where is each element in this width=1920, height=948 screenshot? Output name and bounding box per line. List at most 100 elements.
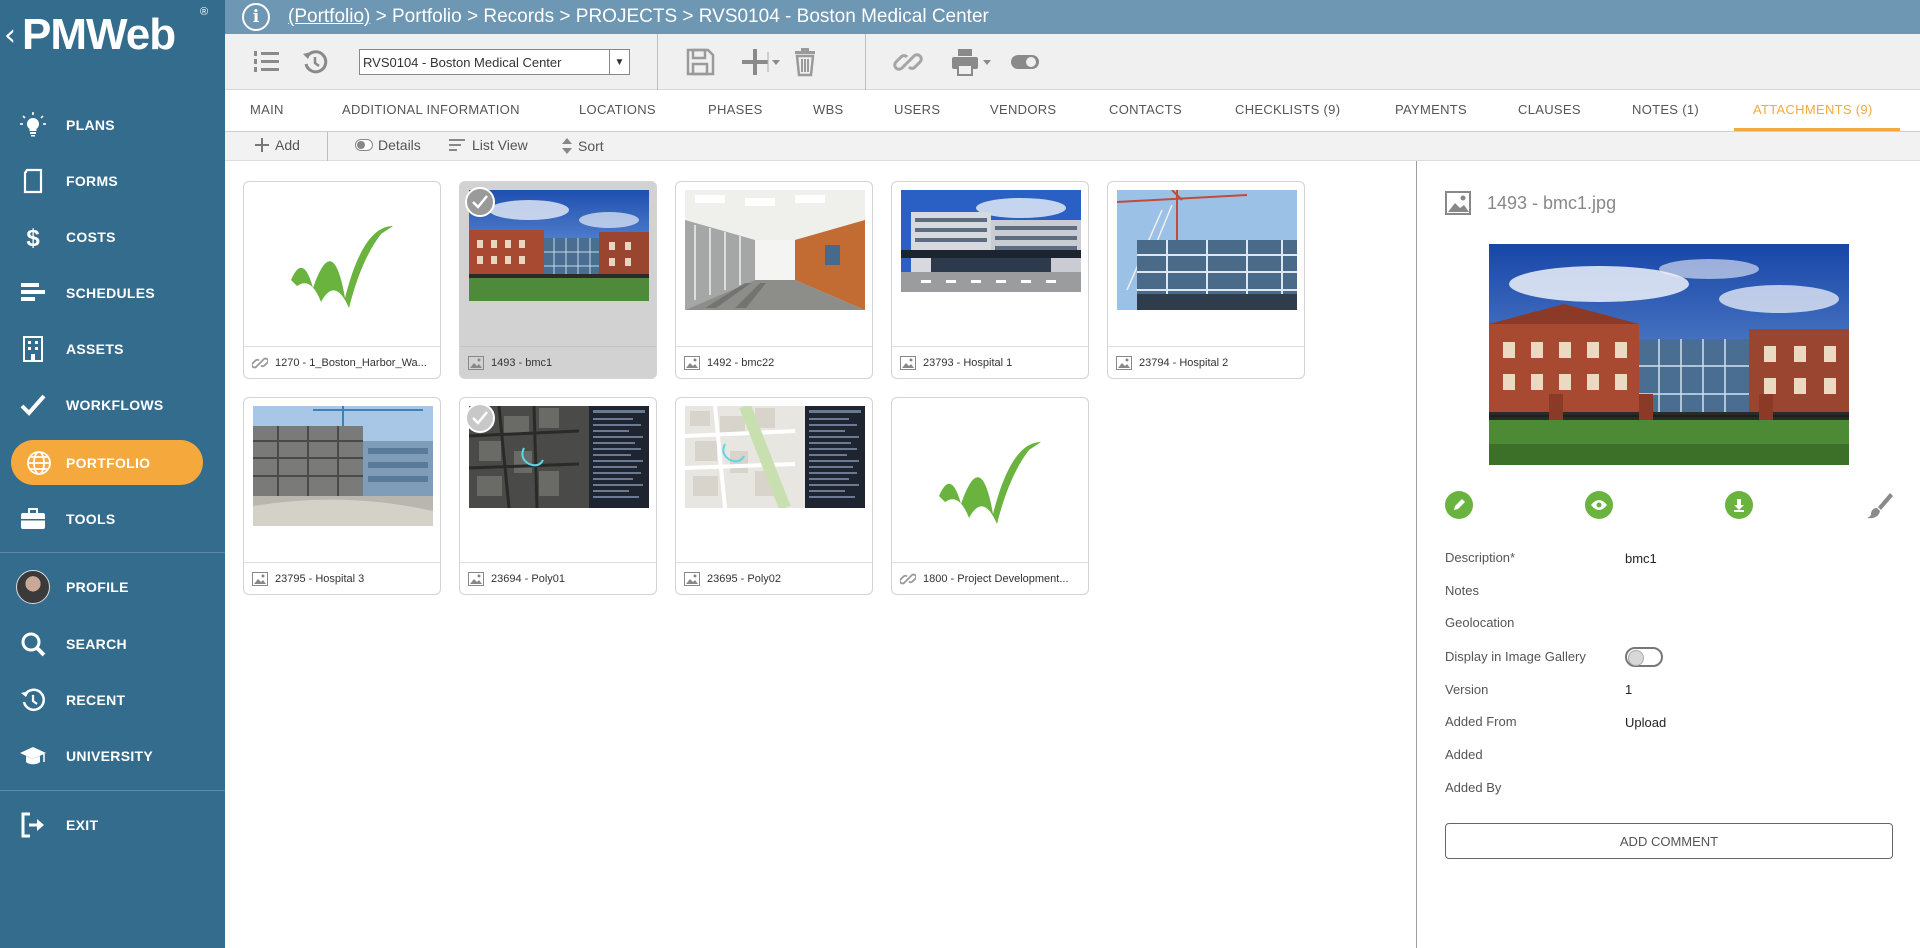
attachment-card[interactable]: 23795 - Hospital 3 — [243, 397, 441, 595]
history-icon[interactable] — [297, 44, 333, 80]
add-dropdown-chevron-icon[interactable] — [767, 44, 783, 80]
add-button[interactable]: Add — [254, 137, 300, 153]
image-icon — [468, 355, 484, 370]
building-icon — [0, 335, 66, 363]
history-icon — [0, 686, 66, 714]
pmweb-logo-thumbnail — [939, 442, 1041, 524]
print-icon[interactable] — [947, 44, 983, 80]
tab-notes[interactable]: NOTES (1) — [1632, 102, 1699, 117]
toolbar-separator — [657, 34, 658, 90]
view-eye-icon[interactable] — [1585, 491, 1613, 519]
selected-check-icon[interactable] — [465, 187, 495, 217]
attachment-card[interactable]: 23694 - Poly01 — [459, 397, 657, 595]
sidebar-item-plans[interactable]: PLANS — [0, 102, 225, 148]
details-label: Details — [378, 137, 421, 153]
tab-users[interactable]: USERS — [894, 102, 940, 117]
attachment-caption: 1493 - bmc1 — [460, 346, 656, 378]
image-icon — [684, 571, 700, 586]
list-view-button[interactable]: List View — [449, 137, 528, 153]
sidebar-item-schedules[interactable]: SCHEDULES — [0, 270, 225, 316]
attachment-card[interactable]: 1270 - 1_Boston_Harbor_Wa... — [243, 181, 441, 379]
sidebar-item-costs[interactable]: $ COSTS — [0, 214, 225, 260]
attachment-card-selected[interactable]: 1493 - bmc1 — [459, 181, 657, 379]
sidebar-item-forms[interactable]: FORMS — [0, 158, 225, 204]
chevron-down-icon[interactable]: ▼ — [609, 50, 629, 74]
breadcrumb-portfolio-link[interactable]: (Portfolio) — [288, 6, 370, 27]
details-toggle-button[interactable]: Details — [355, 137, 421, 153]
attachment-name: 1800 - Project Development... — [923, 572, 1069, 585]
sidebar-item-recent[interactable]: RECENT — [0, 677, 225, 723]
record-selector[interactable]: RVS0104 - Boston Medical Center ▼ — [359, 49, 630, 75]
tab-bar: MAIN ADDITIONAL INFORMATION LOCATIONS PH… — [225, 90, 1920, 132]
edit-icon[interactable] — [1445, 491, 1473, 519]
sidebar-item-label: PORTFOLIO — [66, 454, 151, 471]
toggle-icon[interactable] — [1007, 44, 1043, 80]
graduation-cap-icon — [0, 742, 66, 770]
attachment-card[interactable]: 1492 - bmc22 — [675, 181, 873, 379]
hospital-facade-thumbnail — [901, 190, 1081, 292]
sidebar-item-label: RECENT — [66, 692, 126, 708]
add-label: Add — [275, 137, 300, 153]
registered-mark: ® — [200, 6, 209, 18]
link-icon[interactable] — [890, 44, 926, 80]
sidebar-item-assets[interactable]: ASSETS — [0, 326, 225, 372]
tab-additional-information[interactable]: ADDITIONAL INFORMATION — [342, 102, 520, 117]
field-label-added-by: Added By — [1445, 780, 1502, 795]
attachment-name: 1270 - 1_Boston_Harbor_Wa... — [275, 356, 427, 369]
field-value-description[interactable]: bmc1 — [1625, 551, 1657, 566]
detail-file-name: 1493 - bmc1.jpg — [1487, 192, 1617, 213]
tab-locations[interactable]: LOCATIONS — [579, 102, 656, 117]
add-comment-button[interactable]: ADD COMMENT — [1445, 823, 1893, 859]
tab-contacts[interactable]: CONTACTS — [1109, 102, 1182, 117]
download-icon[interactable] — [1725, 491, 1753, 519]
street-map-thumbnail — [685, 406, 865, 508]
attachment-detail-panel: 1493 - bmc1.jpg Description* bmc1 Notes … — [1416, 161, 1920, 948]
sidebar: ‹ PMWeb ® PLANS FORMS $ COSTS SCHEDULES … — [0, 0, 225, 948]
sidebar-item-label: ASSETS — [66, 341, 124, 357]
sidebar-item-portfolio[interactable]: PORTFOLIO — [11, 440, 203, 485]
sidebar-item-profile[interactable]: PROFILE — [0, 564, 225, 610]
tab-vendors[interactable]: VENDORS — [990, 102, 1056, 117]
brick-building-preview — [1489, 244, 1849, 465]
save-icon[interactable] — [682, 44, 718, 80]
tab-clauses[interactable]: CLAUSES — [1518, 102, 1581, 117]
attachment-caption: 1492 - bmc22 — [676, 346, 872, 378]
print-dropdown-chevron-icon[interactable] — [979, 44, 995, 80]
tab-wbs[interactable]: WBS — [813, 102, 844, 117]
attachment-thumbnail — [469, 406, 649, 561]
tab-payments[interactable]: PAYMENTS — [1395, 102, 1467, 117]
tab-main[interactable]: MAIN — [250, 102, 284, 117]
attachment-card[interactable]: 23794 - Hospital 2 — [1107, 181, 1305, 379]
active-tab-indicator — [1734, 128, 1900, 131]
tab-checklists[interactable]: CHECKLISTS (9) — [1235, 102, 1340, 117]
list-numbered-icon[interactable] — [248, 44, 284, 80]
sidebar-item-exit[interactable]: EXIT — [0, 802, 225, 848]
breadcrumb-path: > Portfolio > Records > PROJECTS > RVS01… — [370, 6, 989, 27]
tab-attachments[interactable]: ATTACHMENTS (9) — [1753, 102, 1873, 117]
forms-icon — [0, 167, 66, 195]
attachment-thumbnail — [253, 406, 433, 561]
sidebar-item-search[interactable]: SEARCH — [0, 621, 225, 667]
select-check-icon[interactable] — [465, 403, 495, 433]
display-in-gallery-toggle[interactable] — [1625, 647, 1663, 667]
field-value-added-from: Upload — [1625, 715, 1667, 730]
attachments-toolbar: Add Details List View Sort — [225, 132, 1920, 161]
attachment-card[interactable]: 1800 - Project Development... — [891, 397, 1089, 595]
detail-preview-image[interactable] — [1489, 244, 1849, 465]
sort-button[interactable]: Sort — [561, 137, 604, 155]
avatar — [16, 570, 50, 604]
attachment-card[interactable]: 23695 - Poly02 — [675, 397, 873, 595]
sidebar-item-tools[interactable]: TOOLS — [0, 496, 225, 542]
attachment-name: 23793 - Hospital 1 — [923, 356, 1013, 369]
delete-icon[interactable] — [787, 44, 823, 80]
info-icon[interactable]: i — [242, 3, 270, 31]
back-chevron-icon[interactable]: ‹ — [4, 18, 16, 53]
tab-phases[interactable]: PHASES — [708, 102, 763, 117]
sidebar-item-university[interactable]: UNIVERSITY — [0, 733, 225, 779]
attachment-card[interactable]: 23793 - Hospital 1 — [891, 181, 1089, 379]
sidebar-item-workflows[interactable]: WORKFLOWS — [0, 382, 225, 428]
sidebar-item-label: TOOLS — [66, 511, 116, 527]
pmweb-logo[interactable]: ‹ PMWeb ® — [0, 0, 225, 72]
paint-brush-icon[interactable] — [1863, 491, 1893, 521]
briefcase-icon — [0, 505, 66, 533]
